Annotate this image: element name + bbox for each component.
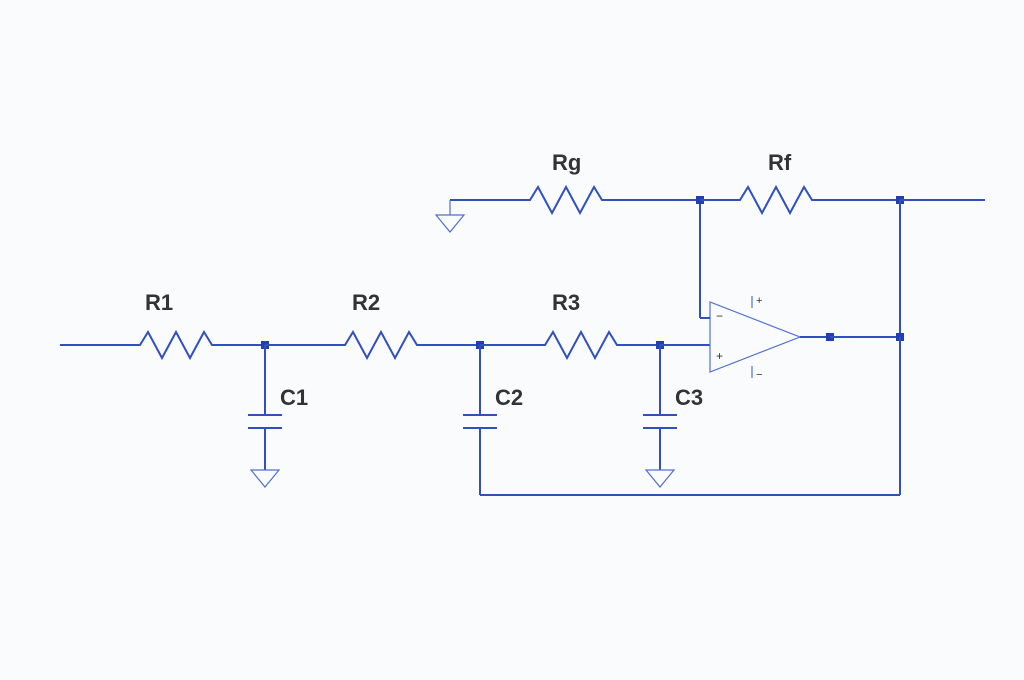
opamp-vminus: −: [756, 369, 762, 381]
opamp-plus-label: +: [716, 349, 723, 363]
opamp-minus-label: −: [716, 309, 723, 323]
circuit-diagram: − + + − R1 R: [0, 0, 1024, 680]
label-r2: R2: [352, 290, 380, 315]
label-c3: C3: [675, 385, 703, 410]
label-r3: R3: [552, 290, 580, 315]
label-rg: Rg: [552, 150, 581, 175]
label-r1: R1: [145, 290, 173, 315]
label-c1: C1: [280, 385, 308, 410]
opamp-vplus: +: [756, 295, 762, 307]
label-rf: Rf: [768, 150, 792, 175]
label-c2: C2: [495, 385, 523, 410]
